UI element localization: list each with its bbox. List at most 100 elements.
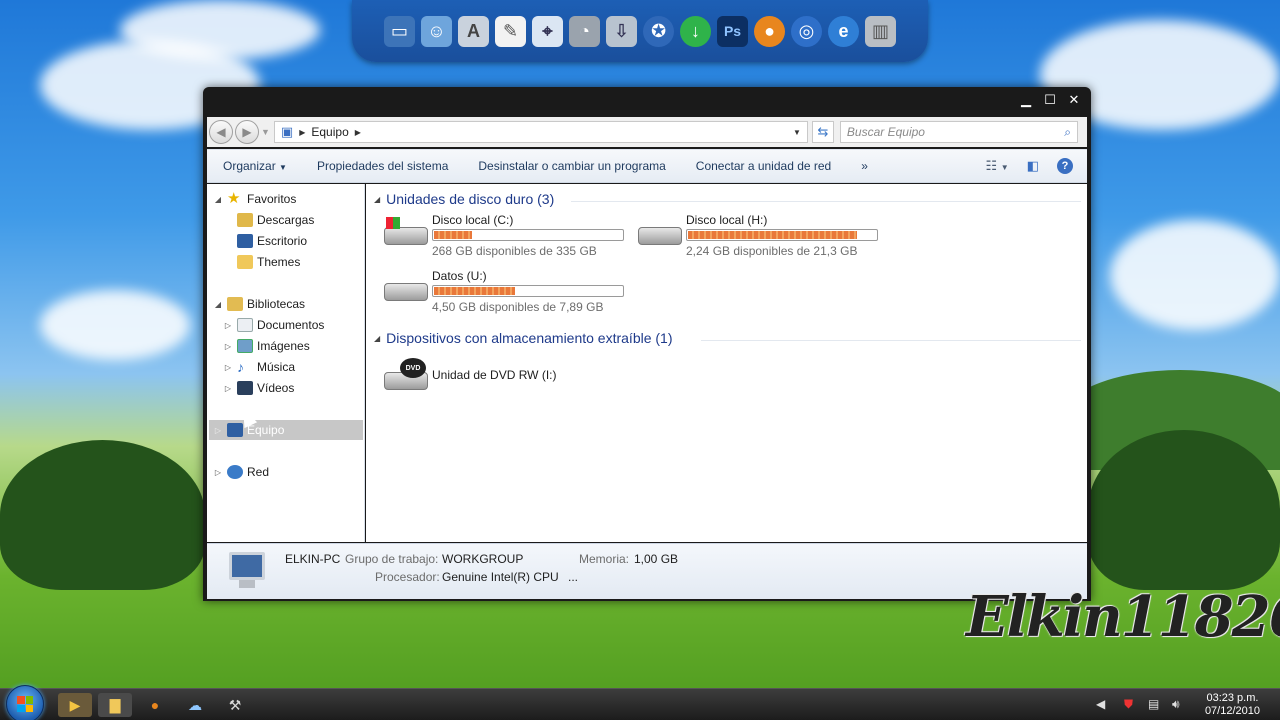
monitor-icon[interactable]: ▭	[384, 15, 415, 47]
cloud	[1110, 220, 1280, 330]
group-header-hard-drives[interactable]: ◢ Unidades de disco duro (3)	[374, 191, 554, 207]
expand-arrow-icon[interactable]: ▷	[213, 426, 223, 435]
sidebar-item-themes[interactable]: Themes	[207, 252, 364, 272]
drive-name: Disco local (H:)	[686, 213, 768, 227]
downloads-folder-icon	[237, 213, 253, 227]
media-player-icon[interactable]: ▶	[58, 693, 92, 717]
sidebar-item-computer[interactable]: ▷ Equipo	[209, 420, 363, 440]
downloads-icon[interactable]: ⇩	[606, 15, 637, 47]
start-button[interactable]	[6, 685, 44, 720]
text-edit-icon[interactable]: ✎	[495, 15, 526, 47]
maximize-icon[interactable]: ☐	[1039, 91, 1061, 109]
expand-arrow-icon[interactable]: ▷	[223, 384, 233, 393]
details-pane: ELKIN-PC Grupo de trabajo: WORKGROUP Mem…	[207, 543, 1087, 599]
collapse-arrow-icon[interactable]: ◢	[213, 195, 223, 204]
usage-bar	[432, 285, 624, 297]
sidebar-item-label: Bibliotecas	[247, 297, 306, 311]
chevron-right-icon[interactable]: ▶	[299, 128, 305, 137]
watermark: Elkin11826	[966, 584, 1280, 650]
drive-c[interactable]: Disco local (C:) 268 GB disponibles de 3…	[382, 213, 624, 258]
system-properties-button[interactable]: Propiedades del sistema	[317, 159, 448, 173]
antivirus-icon[interactable]: ⛊	[1124, 697, 1133, 712]
music-icon: ♪	[237, 359, 244, 375]
sidebar-item-network[interactable]: ▷ Red	[207, 462, 364, 482]
refresh-button[interactable]: ⇆	[811, 121, 834, 143]
tree-line	[1088, 430, 1280, 590]
network-taskbar-icon[interactable]: ☁	[178, 693, 212, 717]
drive-dvd[interactable]: DVD Unidad de DVD RW (I:)	[382, 358, 556, 394]
address-path[interactable]: Equipo	[311, 125, 348, 139]
sidebar-item-music[interactable]: ▷ ♪ Música	[207, 357, 364, 377]
organize-label: Organizar	[223, 159, 276, 173]
help-icon[interactable]: ?	[1057, 158, 1073, 174]
computer-icon	[225, 552, 269, 590]
drive-u[interactable]: Datos (U:) 4,50 GB disponibles de 7,89 G…	[382, 269, 624, 314]
group-header-removable[interactable]: ◢ Dispositivos con almacenamiento extraí…	[374, 330, 673, 346]
photoshop-icon[interactable]: Ps	[717, 15, 748, 47]
collapse-arrow-icon[interactable]: ◢	[374, 195, 380, 204]
search-icon[interactable]: ⌕	[1064, 125, 1071, 140]
close-icon[interactable]: ✕	[1063, 91, 1085, 109]
drive-h[interactable]: Disco local (H:) 2,24 GB disponibles de …	[636, 213, 878, 258]
expand-arrow-icon[interactable]: ▷	[223, 321, 233, 330]
forward-button[interactable]: ▶	[235, 120, 259, 144]
sidebar-item-desktop[interactable]: Escritorio	[207, 231, 364, 251]
finder-icon[interactable]: ☺	[421, 15, 452, 47]
chevron-right-icon[interactable]: ▶	[355, 128, 361, 137]
organize-button[interactable]: Organizar ▼	[223, 159, 287, 173]
group-header-label: Unidades de disco duro (3)	[386, 191, 555, 207]
desktop-icon	[237, 234, 253, 248]
expand-arrow-icon[interactable]: ▷	[223, 363, 233, 372]
address-dropdown-icon[interactable]: ▼	[793, 128, 801, 137]
globe-icon[interactable]: ◎	[791, 15, 822, 47]
minimize-icon[interactable]: ▁	[1015, 91, 1037, 109]
hard-drive-icon	[382, 213, 428, 249]
search-input[interactable]: Buscar Equipo ⌕	[839, 121, 1078, 143]
download-arrow-icon[interactable]: ↓	[680, 15, 711, 47]
volume-icon[interactable]: 🔊︎	[1172, 697, 1180, 712]
history-dropdown-icon[interactable]: ▼	[261, 127, 270, 137]
expand-arrow-icon[interactable]: ▷	[213, 468, 223, 477]
collapse-arrow-icon[interactable]: ◢	[374, 334, 380, 343]
back-button[interactable]: ◀	[209, 120, 233, 144]
expand-arrow-icon[interactable]: ▷	[223, 342, 233, 351]
app-store-icon[interactable]: A	[458, 15, 489, 47]
usage-bar	[432, 229, 624, 241]
more-commands-button[interactable]: »	[861, 159, 868, 173]
memory-label: Memoria:	[579, 552, 630, 566]
sidebar-item-documents[interactable]: ▷ Documentos	[207, 315, 364, 335]
drive-name: Datos (U:)	[432, 269, 487, 283]
firefox-icon[interactable]: ●	[754, 15, 785, 47]
internet-explorer-icon[interactable]: e	[828, 15, 859, 47]
collapse-arrow-icon[interactable]: ◢	[213, 300, 223, 309]
images-icon	[237, 339, 253, 353]
clock[interactable]: 03:23 p.m. 07/12/2010	[1205, 692, 1260, 718]
address-bar[interactable]: ▣ ▶ Equipo ▶ ▼	[273, 121, 808, 143]
firefox-taskbar-icon[interactable]: ●	[138, 693, 172, 717]
speaker-icon[interactable]: ◔	[569, 15, 600, 47]
preview-pane-icon[interactable]: ◧	[1027, 158, 1039, 174]
explorer-taskbar-icon[interactable]: ▇	[98, 693, 132, 717]
window-controls: ▁ ☐ ✕	[1015, 91, 1085, 109]
libraries-icon	[227, 297, 243, 311]
view-options-icon[interactable]: ☷ ▼	[986, 158, 1009, 174]
sidebar-item-libraries[interactable]: ◢ Bibliotecas	[207, 294, 364, 314]
network-status-icon[interactable]: ▤	[1148, 697, 1159, 711]
preview-icon[interactable]: ⌖	[532, 15, 563, 47]
sidebar-item-label: Red	[247, 465, 270, 479]
sidebar-item-favorites[interactable]: ◢ ★ Favoritos	[207, 189, 364, 209]
sidebar-item-videos[interactable]: ▷ Vídeos	[207, 378, 364, 398]
drive-free-space: 4,50 GB disponibles de 7,89 GB	[432, 300, 604, 314]
navigation-bar: ◀ ▶ ▼ ▣ ▶ Equipo ▶ ▼ ⇆ Buscar Equipo ⌕	[207, 117, 1087, 147]
sidebar-item-downloads[interactable]: Descargas	[207, 210, 364, 230]
uninstall-program-button[interactable]: Desinstalar o cambiar un programa	[478, 159, 665, 173]
tool-taskbar-icon[interactable]: ⚒	[218, 693, 252, 717]
trash-icon[interactable]: ▥	[865, 15, 896, 47]
accessibility-icon[interactable]: ✪	[643, 15, 674, 47]
group-divider	[701, 340, 1081, 341]
processor-more: ...	[568, 570, 579, 584]
sidebar-item-label: Vídeos	[257, 381, 295, 395]
map-network-drive-button[interactable]: Conectar a unidad de red	[696, 159, 831, 173]
show-hidden-icons[interactable]: ◀	[1096, 697, 1105, 711]
sidebar-item-images[interactable]: ▷ Imágenes	[207, 336, 364, 356]
